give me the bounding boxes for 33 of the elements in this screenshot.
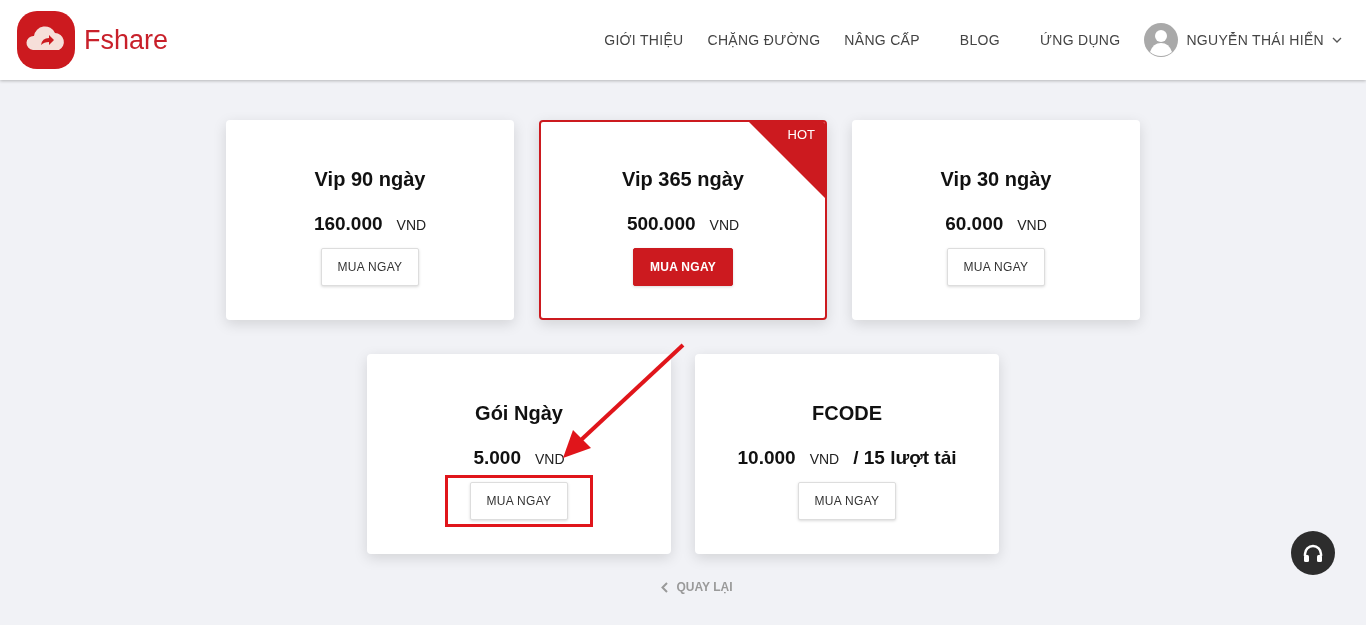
currency-label: VND [1017, 216, 1047, 235]
plan-title: Vip 365 ngày [621, 167, 745, 192]
plan-title: Gói Ngày [474, 401, 564, 426]
plan-price: 60.000 [945, 212, 1004, 236]
hot-label: HOT [787, 126, 815, 144]
nav-link[interactable]: BLOG [959, 29, 1000, 51]
brand-name[interactable]: Fshare [84, 19, 169, 61]
user-name[interactable]: NGUYỄN THÁI HIỂN [1186, 29, 1324, 51]
download-count: / 15 lượt tải [853, 446, 957, 470]
buy-button[interactable]: MUA NGAY [469, 481, 569, 520]
chevron-down-icon[interactable] [1332, 37, 1342, 43]
plan-price: 160.000 [313, 212, 383, 236]
headset-icon [1302, 542, 1324, 565]
plan-title: Vip 30 ngày [939, 167, 1053, 192]
plan-price: 5.000 [473, 446, 521, 470]
nav-link[interactable]: GIỚI THIỆU [604, 29, 684, 51]
plan-price: 500.000 [626, 212, 696, 236]
plan-title: FCODE [811, 401, 883, 426]
buy-button[interactable]: MUA NGAY [946, 247, 1046, 286]
plan-title: Vip 90 ngày [313, 167, 427, 192]
currency-label: VND [809, 450, 840, 469]
headset-support-button[interactable] [1291, 531, 1335, 575]
buy-button[interactable]: MUA NGAY [797, 481, 897, 520]
plan-price: 10.000 [737, 446, 796, 470]
buy-button[interactable]: MUA NGAY [632, 247, 734, 286]
currency-label: VND [396, 216, 427, 235]
cloud-logo-icon [16, 10, 76, 70]
currency-label: VND [535, 450, 565, 469]
nav-link[interactable]: NÂNG CẤP [844, 29, 920, 51]
currency-label: VND [709, 216, 740, 235]
nav-link[interactable]: CHẶNG ĐƯỜNG [707, 29, 821, 51]
buy-button[interactable]: MUA NGAY [320, 247, 420, 286]
nav-link[interactable]: ỨNG DỤNG [1039, 29, 1121, 51]
